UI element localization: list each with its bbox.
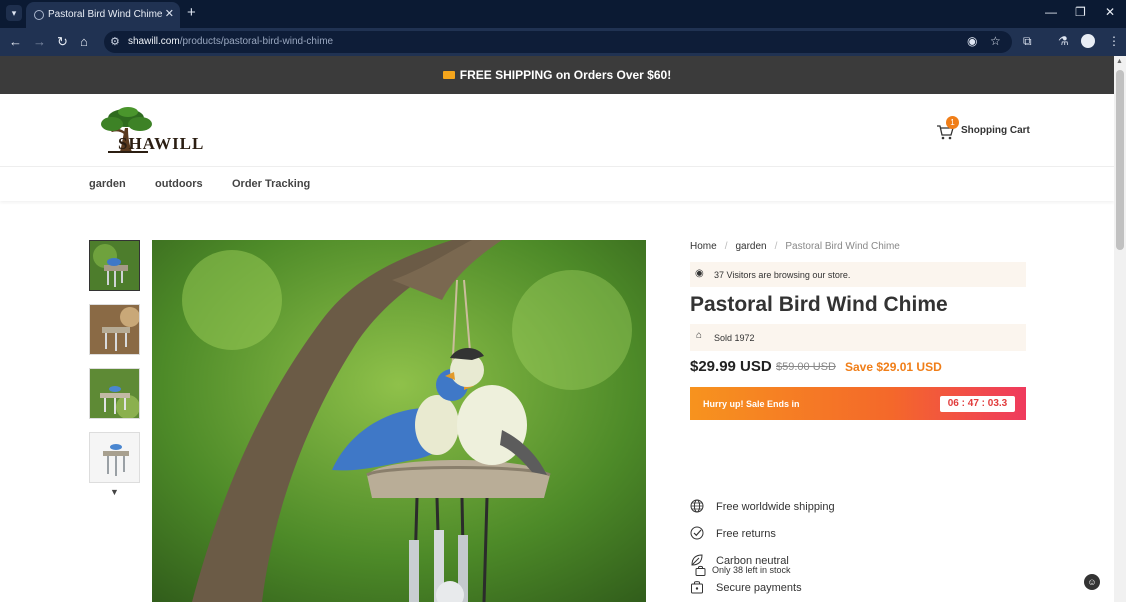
main-menu: garden outdoors Order Tracking bbox=[0, 167, 1114, 201]
globe-icon bbox=[34, 10, 44, 20]
browser-menu-icon[interactable]: ⋮ bbox=[1108, 34, 1120, 48]
breadcrumb: Home / garden / Pastoral Bird Wind Chime bbox=[690, 241, 900, 252]
cart-label: Shopping Cart bbox=[961, 125, 1030, 136]
home-icon[interactable]: ⌂ bbox=[80, 34, 88, 49]
cart-count-badge: 1 bbox=[946, 116, 959, 129]
breadcrumb-home[interactable]: Home bbox=[690, 241, 717, 252]
countdown-clock: 06 : 47 : 03.3 bbox=[940, 396, 1015, 412]
scroll-up-icon[interactable]: ▲ bbox=[1116, 58, 1123, 65]
sold-banner: ⌂ Sold 1972 bbox=[690, 324, 1026, 351]
bird-wind-chime-photo bbox=[152, 240, 646, 602]
thumbnail-3[interactable] bbox=[89, 368, 140, 419]
logo-text: SHAWILL bbox=[118, 134, 205, 153]
minimize-button[interactable]: — bbox=[1045, 5, 1057, 19]
feature-secure: Secure payments bbox=[690, 580, 1026, 598]
feature-label: Secure payments bbox=[716, 582, 802, 594]
bookmark-star-icon[interactable]: ☆ bbox=[990, 34, 1001, 48]
page-scrollbar[interactable]: ▲ bbox=[1114, 56, 1126, 602]
check-circle-icon bbox=[690, 526, 704, 540]
save-amount: Save $29.01 USD bbox=[845, 360, 942, 374]
thumbnail-2[interactable] bbox=[89, 304, 140, 355]
feature-returns: Free returns bbox=[690, 526, 1026, 544]
visitors-text: 37 Visitors are browsing our store. bbox=[714, 270, 851, 280]
thumbnail-4[interactable] bbox=[89, 432, 140, 483]
eye-icon: ◉ bbox=[695, 268, 704, 279]
compare-price: $59.00 USD bbox=[776, 361, 836, 373]
site-info-icon[interactable]: ⚙ bbox=[110, 35, 120, 48]
stock-text: Only 38 left in stock bbox=[712, 565, 791, 575]
profile-avatar-icon[interactable] bbox=[1081, 34, 1095, 48]
truck-icon bbox=[442, 71, 455, 79]
address-bar[interactable]: ⚙ shawill.com/products/pastoral-bird-win… bbox=[104, 31, 1012, 53]
globe-icon bbox=[690, 499, 704, 513]
announcement-bar: FREE SHIPPING on Orders Over $60! bbox=[0, 56, 1114, 94]
sale-countdown: Hurry up! Sale Ends in 06 : 47 : 03.3 bbox=[690, 387, 1026, 420]
thumbnail-1[interactable] bbox=[89, 240, 140, 291]
url-text: shawill.com/products/pastoral-bird-wind-… bbox=[128, 36, 334, 47]
main-product-image[interactable] bbox=[152, 240, 646, 602]
feature-label: Free returns bbox=[716, 528, 776, 540]
tab-search-button[interactable]: ▾ bbox=[6, 5, 22, 21]
product-price: $29.99 USD bbox=[690, 358, 772, 375]
bag-icon: ⌂ bbox=[696, 330, 703, 341]
eye-off-icon[interactable]: ◉ bbox=[967, 34, 977, 48]
visitors-banner: ◉ 37 Visitors are browsing our store. bbox=[690, 262, 1026, 287]
menu-item-outdoors[interactable]: outdoors bbox=[155, 178, 203, 190]
feature-shipping: Free worldwide shipping bbox=[690, 499, 1026, 517]
chevron-down-icon[interactable]: ▼ bbox=[110, 487, 119, 497]
lock-bag-icon bbox=[691, 581, 703, 594]
breadcrumb-current: Pastoral Bird Wind Chime bbox=[785, 241, 900, 252]
browser-tab[interactable]: Pastoral Bird Wind Chime ✕ bbox=[26, 2, 180, 28]
accessibility-icon[interactable]: ☺ bbox=[1084, 574, 1100, 590]
product-title: Pastoral Bird Wind Chime bbox=[690, 293, 948, 316]
site-logo[interactable]: SHAWILL bbox=[98, 106, 218, 154]
countdown-label: Hurry up! Sale Ends in bbox=[703, 399, 800, 409]
reload-icon[interactable]: ↻ bbox=[57, 34, 68, 50]
browser-toolbar: ← → ↻ ⌂ ⚙ shawill.com/products/pastoral-… bbox=[0, 28, 1126, 56]
shopping-cart-link[interactable]: 1 Shopping Cart bbox=[936, 116, 1036, 144]
menu-item-garden[interactable]: garden bbox=[89, 178, 126, 190]
browser-tab-strip: ▾ Pastoral Bird Wind Chime ✕ + — ❐ ✕ bbox=[0, 0, 1126, 28]
new-tab-button[interactable]: + bbox=[187, 4, 196, 21]
close-window-button[interactable]: ✕ bbox=[1105, 5, 1115, 19]
scroll-thumb[interactable] bbox=[1116, 70, 1124, 250]
back-icon[interactable]: ← bbox=[9, 34, 22, 49]
announcement-text: FREE SHIPPING on Orders Over $60! bbox=[459, 68, 672, 82]
site-header: SHAWILL 1 Shopping Cart bbox=[0, 94, 1114, 167]
menu-item-order-tracking[interactable]: Order Tracking bbox=[232, 178, 310, 190]
extensions-icon[interactable]: ⧉ bbox=[1023, 34, 1032, 49]
sold-text: Sold 1972 bbox=[714, 333, 755, 343]
tab-title: Pastoral Bird Wind Chime bbox=[48, 9, 163, 20]
web-page: FREE SHIPPING on Orders Over $60! SHAWIL… bbox=[0, 56, 1114, 602]
feature-label: Free worldwide shipping bbox=[716, 501, 835, 513]
labs-flask-icon[interactable]: ⚗ bbox=[1058, 34, 1069, 48]
breadcrumb-category[interactable]: garden bbox=[735, 241, 766, 252]
bag-icon bbox=[695, 565, 706, 576]
forward-icon[interactable]: → bbox=[33, 34, 46, 49]
restore-button[interactable]: ❐ bbox=[1075, 5, 1086, 19]
close-icon[interactable]: ✕ bbox=[165, 7, 174, 20]
